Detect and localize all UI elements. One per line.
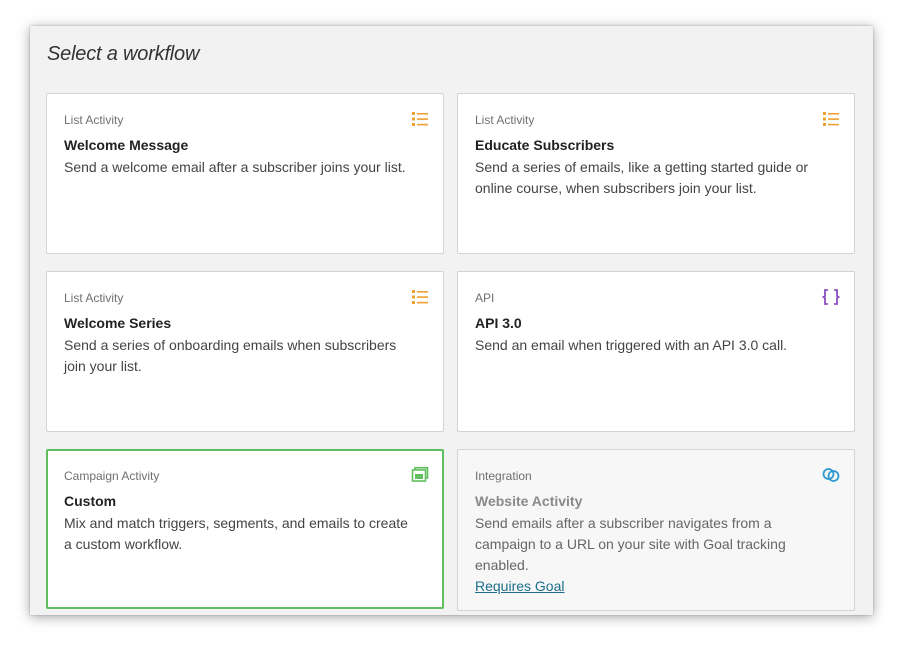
card-category: API xyxy=(475,291,495,305)
card-description: Send a welcome email after a subscriber … xyxy=(64,159,406,175)
campaign-icon xyxy=(411,467,429,482)
card-category: List Activity xyxy=(475,113,535,127)
card-description: Send emails after a subscriber navigates… xyxy=(475,513,825,597)
workflow-card-educate-subscribers[interactable]: List Activity Educate Subscribers Send a… xyxy=(457,93,855,254)
card-category: Campaign Activity xyxy=(64,469,160,483)
card-title: Welcome Series xyxy=(64,315,172,331)
card-category: List Activity xyxy=(64,291,124,305)
braces-icon xyxy=(822,289,840,305)
card-title: Welcome Message xyxy=(64,137,189,153)
workflow-card-custom[interactable]: Campaign Activity Custom Mix and match t… xyxy=(46,449,444,609)
card-category: List Activity xyxy=(64,113,124,127)
list-icon xyxy=(412,290,428,304)
card-title: Website Activity xyxy=(475,493,583,509)
workflow-card-api[interactable]: API API 3.0 Send an email when triggered… xyxy=(457,271,855,432)
card-description: Mix and match triggers, segments, and em… xyxy=(64,515,408,552)
list-icon xyxy=(823,112,839,126)
card-description-text: Send emails after a subscriber navigates… xyxy=(475,515,786,573)
workflow-panel: Select a workflow List Activity Welcome … xyxy=(30,26,873,615)
card-category: Integration xyxy=(475,469,532,483)
list-icon xyxy=(412,112,428,126)
workflow-card-welcome-message[interactable]: List Activity Welcome Message Send a wel… xyxy=(46,93,444,254)
card-title: Custom xyxy=(64,493,117,509)
card-title: Educate Subscribers xyxy=(475,137,615,153)
requires-goal-link[interactable]: Requires Goal xyxy=(475,576,565,597)
panel-title: Select a workflow xyxy=(47,43,200,65)
card-description: Send an email when triggered with an API… xyxy=(475,337,788,353)
card-title: API 3.0 xyxy=(475,315,522,331)
card-description: Send a series of onboarding emails when … xyxy=(64,337,397,374)
workflow-card-website-activity: Integration Website Activity Send emails… xyxy=(457,449,855,611)
link-rings-icon xyxy=(822,468,840,482)
workflow-card-welcome-series[interactable]: List Activity Welcome Series Send a seri… xyxy=(46,271,444,432)
card-description: Send a series of emails, like a getting … xyxy=(475,159,809,196)
